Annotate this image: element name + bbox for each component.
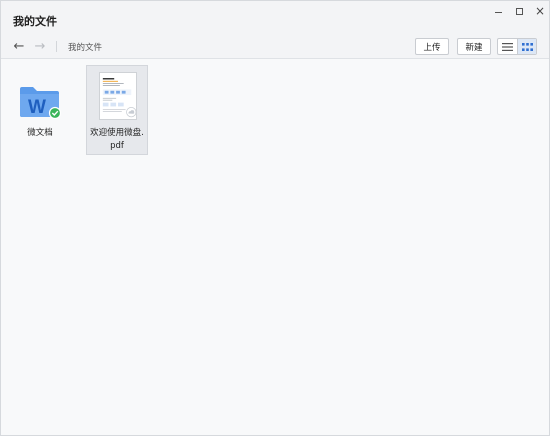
maximize-button[interactable] xyxy=(508,3,530,19)
folder-item[interactable]: W 微文档 xyxy=(11,79,69,151)
arrow-right-icon: → xyxy=(34,38,46,54)
title-bar: 我的文件 × xyxy=(1,1,549,34)
file-grid: W 微文档 欢迎使用微盘. pdf xyxy=(1,59,549,435)
file-item-selected[interactable]: 欢迎使用微盘. pdf xyxy=(86,65,148,155)
list-view-button[interactable] xyxy=(498,39,517,54)
upload-button[interactable]: 上传 xyxy=(415,38,449,55)
app-window: 我的文件 × ← → 我的文件 上传 新建 W 微文档 欢迎使用微盘. pdf xyxy=(0,0,550,436)
file-name: 微文档 xyxy=(27,128,53,138)
arrow-left-icon: ← xyxy=(13,38,25,54)
pdf-thumbnail-icon xyxy=(99,72,137,120)
new-button[interactable]: 新建 xyxy=(457,38,491,55)
back-button[interactable]: ← xyxy=(11,38,27,54)
minimize-icon xyxy=(494,11,502,13)
file-name: 欢迎使用微盘. pdf xyxy=(87,127,147,153)
grid-view-icon xyxy=(521,42,533,51)
nav-divider xyxy=(56,41,57,52)
weiwendang-folder-icon: W xyxy=(20,87,61,119)
file-name-line-1: 欢迎使用微盘. xyxy=(90,128,144,138)
close-button[interactable]: × xyxy=(529,3,550,19)
breadcrumb[interactable]: 我的文件 xyxy=(68,41,102,53)
window-title: 我的文件 xyxy=(13,15,57,28)
grid-view-button[interactable] xyxy=(517,39,536,54)
maximize-icon xyxy=(515,7,523,15)
minimize-button[interactable] xyxy=(487,3,509,19)
view-toggle xyxy=(497,38,537,55)
svg-text:W: W xyxy=(28,97,46,118)
toolbar: ← → 我的文件 上传 新建 xyxy=(1,34,549,59)
forward-button[interactable]: → xyxy=(32,38,48,54)
file-name-line-2: pdf xyxy=(110,141,124,151)
list-view-icon xyxy=(502,42,513,51)
